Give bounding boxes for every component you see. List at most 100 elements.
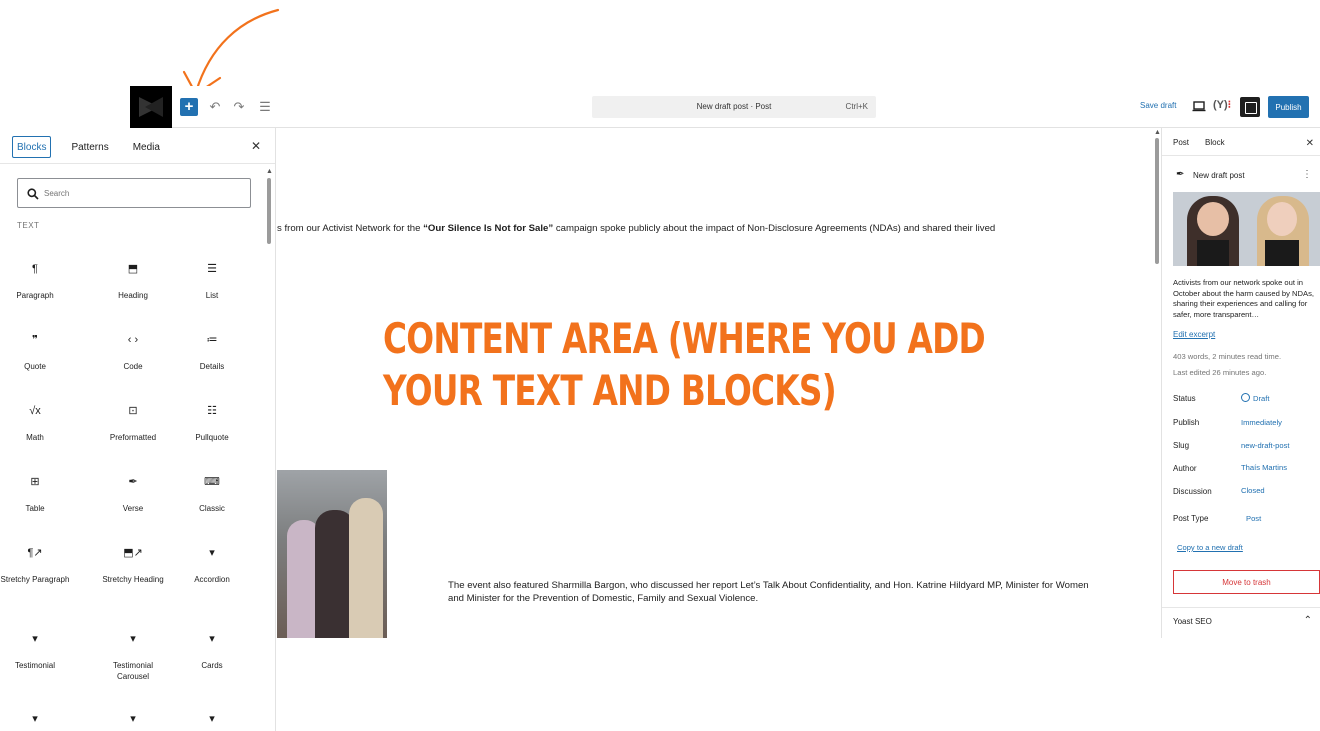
editor-toolbar: + ↶ ↷ ☰ New draft post · Post Ctrl+K Sav… — [130, 86, 1320, 128]
image-block[interactable] — [277, 470, 387, 638]
author-value[interactable]: Thaís Martins — [1241, 463, 1287, 472]
category-label: TEXT — [17, 221, 40, 230]
save-draft-button[interactable]: Save draft — [1140, 101, 1176, 110]
tabs-divider — [0, 163, 275, 164]
tab-blocks[interactable]: Blocks — [12, 136, 52, 158]
publish-value[interactable]: Immediately — [1241, 418, 1282, 427]
block-custom-3[interactable]: ▾ — [177, 712, 247, 731]
block-preformatted[interactable]: ⊡ Preformatted — [98, 404, 168, 443]
tab-patterns[interactable]: Patterns — [67, 136, 112, 158]
verse-icon: ✒ — [128, 476, 138, 488]
classic-icon: ⌨ — [204, 476, 220, 488]
code-icon: ‹ › — [127, 334, 139, 346]
discussion-value[interactable]: Closed — [1241, 486, 1265, 495]
canvas-scrollbar[interactable]: ▲ — [1153, 128, 1161, 731]
chevron-up-icon[interactable]: ⌃ — [1304, 615, 1312, 626]
scroll-thumb[interactable] — [267, 178, 271, 244]
block-testimonial-carousel[interactable]: ▾ Testimonial Carousel — [98, 632, 168, 682]
publish-button[interactable]: Publish — [1268, 96, 1309, 118]
pullquote-icon: ☷ — [207, 405, 217, 417]
block-code[interactable]: ‹ › Code — [98, 333, 168, 372]
quote-icon: ❞ — [32, 334, 38, 346]
block-search — [17, 178, 251, 208]
close-inserter-icon[interactable]: ✕ — [251, 139, 261, 153]
word-count: 403 words, 2 minutes read time. — [1173, 352, 1282, 361]
preformatted-icon: ⊡ — [128, 405, 138, 417]
block-paragraph[interactable]: ¶ Paragraph — [0, 262, 70, 301]
yoast-icon: (Y) — [1213, 99, 1228, 111]
block-stretchy-heading[interactable]: ⬒↗ Stretchy Heading — [98, 546, 168, 585]
slug-label: Slug — [1173, 441, 1190, 450]
block-cards[interactable]: ▾ Cards — [177, 632, 247, 671]
block-search-input[interactable] — [44, 184, 244, 202]
canvas-scroll-thumb[interactable] — [1155, 138, 1159, 264]
site-logo-button[interactable] — [130, 86, 172, 128]
edit-excerpt-link[interactable]: Edit excerpt — [1173, 330, 1215, 339]
tab-post[interactable]: Post — [1173, 138, 1189, 147]
yoast-status-icon: ⁝ — [1227, 99, 1232, 111]
sidebar-divider-2 — [1162, 607, 1320, 608]
block-quote[interactable]: ❞ Quote — [0, 333, 70, 372]
inserter-tabs: Blocks Patterns Media — [12, 136, 180, 160]
settings-sidebar: Post Block ✕ ✒ New draft post ⋮ Activist… — [1161, 128, 1320, 638]
post-type-label: Post Type — [1173, 514, 1209, 523]
block-math[interactable]: √x Math — [0, 404, 70, 443]
logo-icon — [139, 97, 163, 117]
more-options-icon[interactable]: ⋮ — [1302, 169, 1312, 180]
scroll-up-icon[interactable]: ▲ — [266, 168, 273, 175]
editor-canvas[interactable]: s from our Activist Network for the “Our… — [277, 128, 1153, 731]
math-icon: √x — [29, 405, 41, 417]
tab-block[interactable]: Block — [1205, 138, 1225, 147]
list-icon: ☰ — [207, 263, 217, 275]
heading-icon: ⬒ — [127, 263, 139, 275]
slug-value[interactable]: new-draft-post — [1241, 441, 1290, 450]
block-heading[interactable]: ⬒ Heading — [98, 262, 168, 301]
block-list[interactable]: ☰ List — [177, 262, 247, 301]
post-icon: ✒ — [1176, 169, 1185, 180]
details-icon: ≔ — [206, 334, 218, 346]
post-title: New draft post — [1193, 171, 1245, 180]
redo-button[interactable]: ↷ — [230, 96, 248, 118]
block-classic[interactable]: ⌨ Classic — [177, 475, 247, 514]
move-to-trash-button[interactable]: Move to trash — [1173, 570, 1320, 594]
post-type-value[interactable]: Post — [1246, 514, 1261, 523]
inserter-scrollbar[interactable]: ▲ — [266, 168, 273, 731]
yoast-seo-panel[interactable]: Yoast SEO — [1173, 617, 1212, 626]
accordion-icon: ▾ — [209, 547, 215, 559]
close-sidebar-icon[interactable]: ✕ — [1306, 138, 1314, 149]
document-title: New draft post · Post — [696, 102, 772, 111]
scroll-up-icon[interactable]: ▲ — [1154, 129, 1161, 136]
block-custom-2[interactable]: ▾ — [98, 712, 168, 731]
content-area-annotation: CONTENT AREA (WHERE YOU ADD YOUR TEXT AN… — [383, 314, 986, 415]
block-verse[interactable]: ✒ Verse — [98, 475, 168, 514]
custom-block-icon: ▾ — [32, 713, 38, 725]
document-overview-button[interactable]: ☰ — [256, 96, 274, 118]
discussion-label: Discussion — [1173, 487, 1212, 496]
settings-sidebar-toggle[interactable] — [1240, 97, 1260, 117]
testimonial-carousel-icon: ▾ — [130, 633, 136, 645]
block-accordion[interactable]: ▾ Accordion — [177, 546, 247, 585]
yoast-seo-button[interactable]: (Y)⁝ — [1213, 98, 1231, 111]
paragraph-icon: ¶ — [32, 263, 38, 275]
block-testimonial[interactable]: ▾ Testimonial — [0, 632, 70, 671]
custom-block-icon: ▾ — [130, 713, 136, 725]
command-palette-bar[interactable]: New draft post · Post Ctrl+K — [592, 96, 876, 118]
draft-status-icon — [1241, 393, 1250, 402]
stretchy-heading-icon: ⬒↗ — [123, 547, 143, 559]
featured-image[interactable] — [1173, 192, 1320, 266]
status-value[interactable]: Draft — [1241, 393, 1269, 403]
copy-to-draft-link[interactable]: Copy to a new draft — [1177, 543, 1243, 552]
block-table[interactable]: ⊞ Table — [0, 475, 70, 514]
paragraph-block-2[interactable]: The event also featured Sharmilla Bargon… — [448, 579, 1098, 605]
sidebar-divider — [1162, 155, 1320, 156]
block-stretchy-paragraph[interactable]: ¶↗ Stretchy Paragraph — [0, 546, 70, 585]
block-inserter-panel: Blocks Patterns Media ✕ TEXT ▲ ¶Paragrap… — [0, 128, 276, 731]
paragraph-block[interactable]: s from our Activist Network for the “Our… — [277, 223, 1153, 234]
preview-icon[interactable] — [1192, 99, 1206, 113]
tab-media[interactable]: Media — [129, 136, 164, 158]
undo-button[interactable]: ↶ — [206, 96, 224, 118]
block-inserter-button[interactable]: + — [180, 98, 198, 116]
block-details[interactable]: ≔ Details — [177, 333, 247, 372]
block-pullquote[interactable]: ☷ Pullquote — [177, 404, 247, 443]
block-custom-1[interactable]: ▾ — [0, 712, 70, 731]
